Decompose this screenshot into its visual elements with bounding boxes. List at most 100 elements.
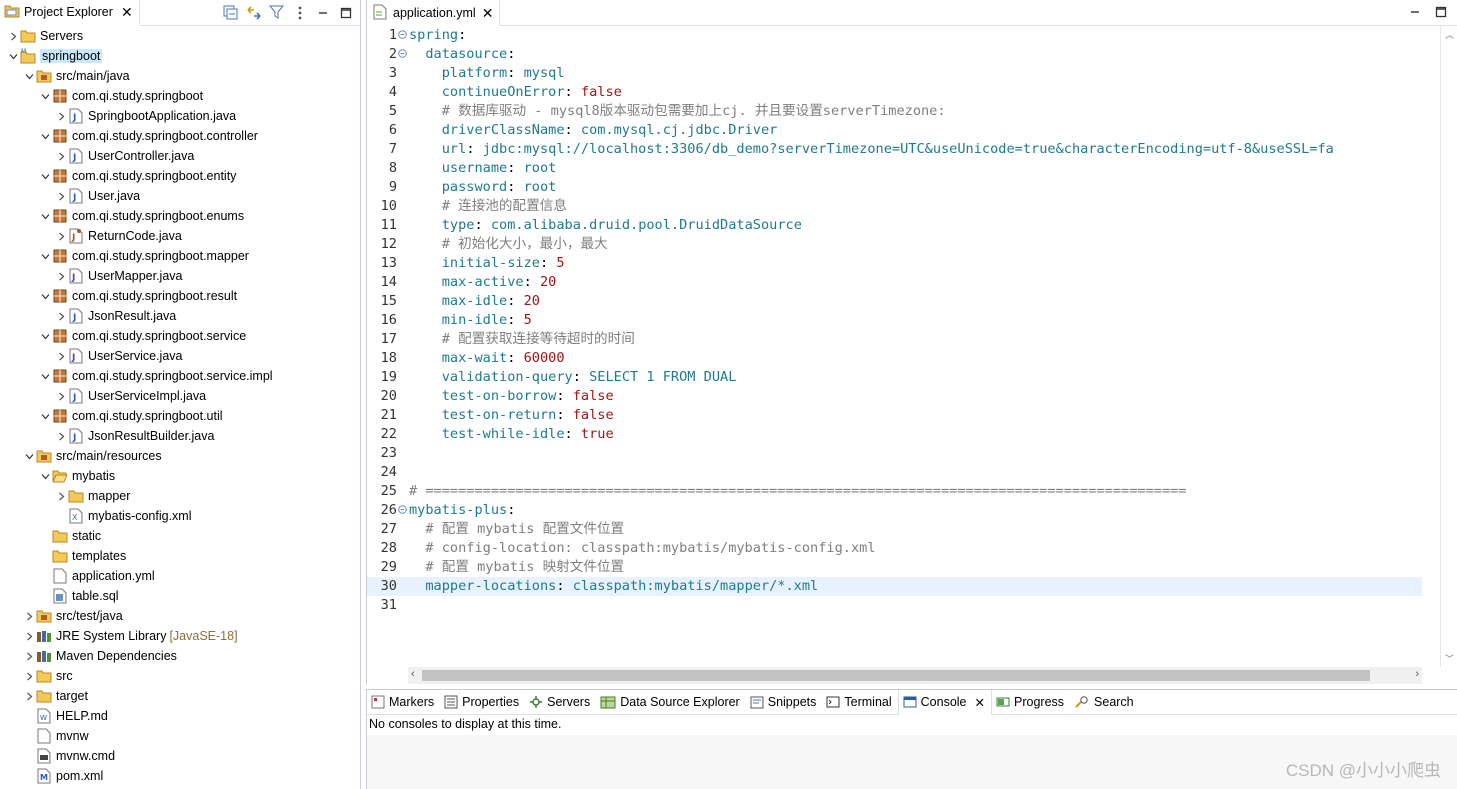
code-line[interactable]: 11 type: com.alibaba.druid.pool.DruidDat… [367, 216, 1422, 235]
tree-item-jsonresult-java[interactable]: J JsonResult.java [0, 306, 360, 326]
chevron-right-icon[interactable] [54, 349, 68, 363]
tree-item-mapper[interactable]: mapper [0, 486, 360, 506]
tab-console[interactable]: Console ✕ [897, 689, 992, 715]
tree-item-springbootapplication-java[interactable]: J SpringbootApplication.java [0, 106, 360, 126]
code-line[interactable]: 20 test-on-borrow: false [367, 387, 1422, 406]
tree-item-static[interactable]: static [0, 526, 360, 546]
chevron-down-icon[interactable] [6, 49, 20, 63]
view-menu-icon[interactable] [291, 4, 308, 21]
tree-item-src-main-java[interactable]: src/main/java [0, 66, 360, 86]
tree-item-mybatis-config-xml[interactable]: Xmybatis-config.xml [0, 506, 360, 526]
tree-item-userservice-java[interactable]: J UserService.java [0, 346, 360, 366]
code-line[interactable]: 18 max-wait: 60000 [367, 349, 1422, 368]
tree-item-target[interactable]: target [0, 686, 360, 706]
tree-item-mvnw[interactable]: mvnw [0, 726, 360, 746]
tab-properties[interactable]: Properties [440, 690, 525, 715]
code-line[interactable]: 5 # 数据库驱动 - mysql8版本驱动包需要加上cj. 并且要设置serv… [367, 102, 1422, 121]
tree-item-com-qi-study-springboot[interactable]: com.qi.study.springboot [0, 86, 360, 106]
tree-item-usercontroller-java[interactable]: J UserController.java [0, 146, 360, 166]
code-line[interactable]: 24 [367, 463, 1422, 482]
chevron-right-icon[interactable] [22, 689, 36, 703]
minimize-icon[interactable] [1409, 6, 1421, 21]
chevron-right-icon[interactable] [54, 229, 68, 243]
tree-item-templates[interactable]: templates [0, 546, 360, 566]
chevron-right-icon[interactable] [54, 489, 68, 503]
code-line[interactable]: 21 test-on-return: false [367, 406, 1422, 425]
code-line[interactable]: 14 max-active: 20 [367, 273, 1422, 292]
maximize-icon[interactable] [337, 4, 354, 21]
code-line[interactable]: 2 datasource: [367, 45, 1422, 64]
tree-item-help-md[interactable]: W HELP.md [0, 706, 360, 726]
chevron-right-icon[interactable] [54, 309, 68, 323]
chevron-right-icon[interactable] [22, 649, 36, 663]
code-line[interactable]: 25 # ====================================… [367, 482, 1422, 501]
code-line[interactable]: 1 spring: [367, 26, 1422, 45]
tab-markers[interactable]: Markers [367, 690, 440, 715]
collapse-all-icon[interactable] [222, 4, 239, 21]
code-line[interactable]: 27 # 配置 mybatis 配置文件位置 [367, 520, 1422, 539]
scroll-left-icon[interactable]: ‹ [411, 668, 415, 680]
tab-progress[interactable]: Progress [992, 690, 1070, 715]
tab-search[interactable]: Search [1070, 690, 1140, 715]
tree-item-com-qi-study-springboot-result[interactable]: com.qi.study.springboot.result [0, 286, 360, 306]
code-line[interactable]: 26 mybatis-plus: [367, 501, 1422, 520]
fold-toggle-icon[interactable] [398, 45, 408, 66]
code-line[interactable]: 17 # 配置获取连接等待超时的时间 [367, 330, 1422, 349]
fold-toggle-icon[interactable] [398, 26, 408, 47]
close-icon[interactable]: ✕ [975, 695, 985, 710]
chevron-down-icon[interactable] [22, 449, 36, 463]
code-line[interactable]: 6 driverClassName: com.mysql.cj.jdbc.Dri… [367, 121, 1422, 140]
chevron-right-icon[interactable] [54, 429, 68, 443]
code-line[interactable]: 10 # 连接池的配置信息 [367, 197, 1422, 216]
minimize-icon[interactable] [314, 4, 331, 21]
tree-item-mybatis[interactable]: mybatis [0, 466, 360, 486]
tree-item-userserviceimpl-java[interactable]: J UserServiceImpl.java [0, 386, 360, 406]
chevron-down-icon[interactable] [38, 169, 52, 183]
scroll-down-icon[interactable]: ﹀ [1445, 652, 1454, 665]
code-line[interactable]: 7 url: jdbc:mysql://localhost:3306/db_de… [367, 140, 1422, 159]
tab-data-source-explorer[interactable]: Data Source Explorer [596, 690, 746, 715]
tree-item-src-main-resources[interactable]: src/main/resources [0, 446, 360, 466]
code-line[interactable]: 28 # config-location: classpath:mybatis/… [367, 539, 1422, 558]
code-line[interactable]: 4 continueOnError: false [367, 83, 1422, 102]
chevron-down-icon[interactable] [38, 129, 52, 143]
editor-tab-application-yml[interactable]: application.yml ✕ [367, 0, 501, 26]
vertical-scrollbar[interactable]: ︿ ﹀ [1440, 26, 1457, 667]
chevron-right-icon[interactable] [6, 29, 20, 43]
code-line[interactable]: 12 # 初始化大小，最小，最大 [367, 235, 1422, 254]
chevron-down-icon[interactable] [38, 289, 52, 303]
fold-toggle-icon[interactable] [398, 501, 408, 522]
code-line[interactable]: 15 max-idle: 20 [367, 292, 1422, 311]
code-line[interactable]: 3 platform: mysql [367, 64, 1422, 83]
horizontal-scroll-thumb[interactable] [422, 670, 1370, 681]
tab-servers[interactable]: Servers [525, 690, 596, 715]
chevron-down-icon[interactable] [38, 249, 52, 263]
chevron-right-icon[interactable] [22, 669, 36, 683]
tree-item-usermapper-java[interactable]: J UserMapper.java [0, 266, 360, 286]
close-icon[interactable]: ✕ [482, 5, 494, 22]
chevron-right-icon[interactable] [22, 609, 36, 623]
chevron-right-icon[interactable] [54, 109, 68, 123]
tree-item-mvnw-cmd[interactable]: mvnw.cmd [0, 746, 360, 766]
tree-item-jsonresultbuilder-java[interactable]: J JsonResultBuilder.java [0, 426, 360, 446]
tree-item-pom-xml[interactable]: Mpom.xml [0, 766, 360, 786]
chevron-down-icon[interactable] [38, 329, 52, 343]
chevron-down-icon[interactable] [38, 469, 52, 483]
chevron-right-icon[interactable] [54, 269, 68, 283]
tree-item-maven-dependencies[interactable]: Maven Dependencies [0, 646, 360, 666]
tree-item-src[interactable]: src [0, 666, 360, 686]
tree-item-src-test-java[interactable]: src/test/java [0, 606, 360, 626]
code-editor[interactable]: 1 spring: 2 datasource: 3 platform: mysql 4 … [367, 26, 1422, 667]
chevron-down-icon[interactable] [22, 69, 36, 83]
tree-item-springboot[interactable]: Mspringboot [0, 46, 360, 66]
tree-item-com-qi-study-springboot-mapper[interactable]: com.qi.study.springboot.mapper [0, 246, 360, 266]
chevron-down-icon[interactable] [38, 369, 52, 383]
code-line[interactable]: 31 [367, 596, 1422, 615]
scroll-up-icon[interactable]: ︿ [1445, 28, 1454, 41]
code-line[interactable]: 29 # 配置 mybatis 映射文件位置 [367, 558, 1422, 577]
tab-snippets[interactable]: Snippets [746, 690, 823, 715]
code-line[interactable]: 9 password: root [367, 178, 1422, 197]
code-line[interactable]: 13 initial-size: 5 [367, 254, 1422, 273]
tab-project-explorer[interactable]: Project Explorer ✕ [0, 0, 140, 26]
tree-item-table-sql[interactable]: table.sql [0, 586, 360, 606]
